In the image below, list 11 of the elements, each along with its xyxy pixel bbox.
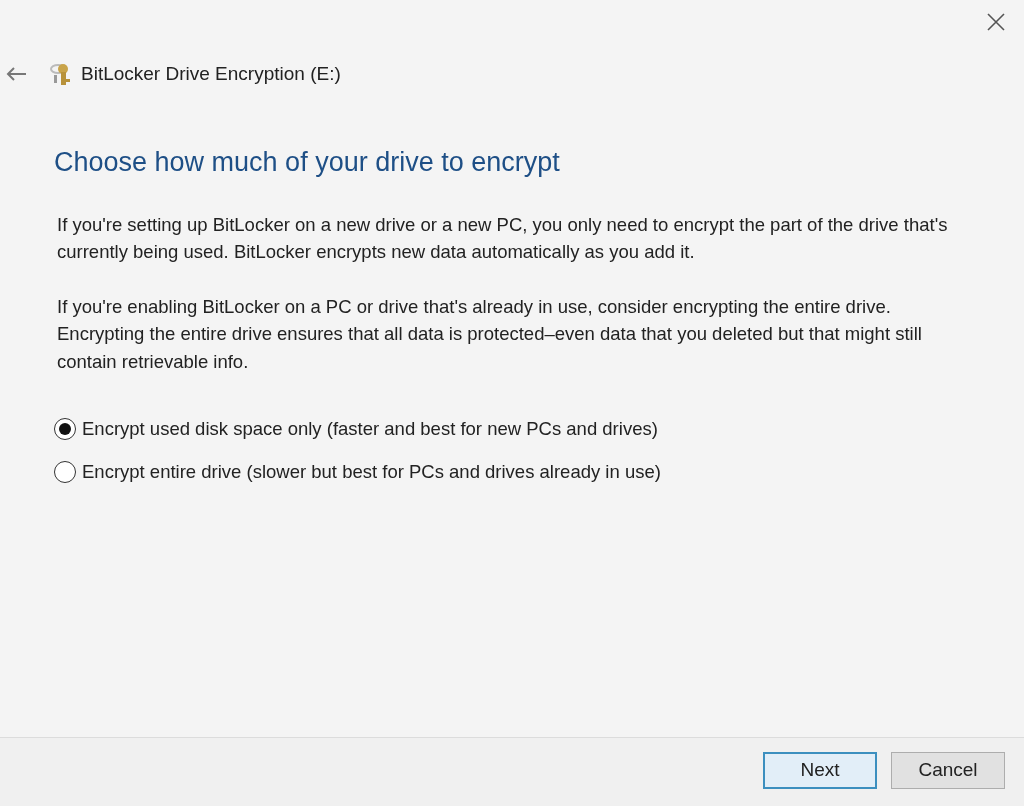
radio-button[interactable]	[54, 417, 76, 440]
cancel-button[interactable]: Cancel	[891, 751, 1005, 789]
description-text: If you're enabling BitLocker on a PC or drive that's already in use, consider encrypting the entire drive. Encrypting the entire drive ensures that all data is protected–even data that you deleted but that might still contain retrievable info.	[57, 294, 923, 374]
radio-option[interactable]: Encrypt entire drive (slower but best for PCs and drives already in use)	[54, 457, 661, 486]
next-button[interactable]: Next	[763, 751, 877, 789]
close-button[interactable]	[986, 12, 1006, 32]
description-text: If you're setting up BitLocker on a new drive or a new PC, you only need to encrypt the part of the drive that's currently being used. BitLocker encrypts new data automatically as you add it.	[57, 212, 949, 264]
page-heading: Choose how much of your drive to encrypt	[54, 146, 561, 177]
radio-button[interactable]	[54, 460, 76, 483]
window-title: BitLocker Drive Encryption (E:)	[81, 62, 341, 86]
radio-option[interactable]: Encrypt used disk space only (faster and best for new PCs and drives)	[54, 415, 658, 443]
